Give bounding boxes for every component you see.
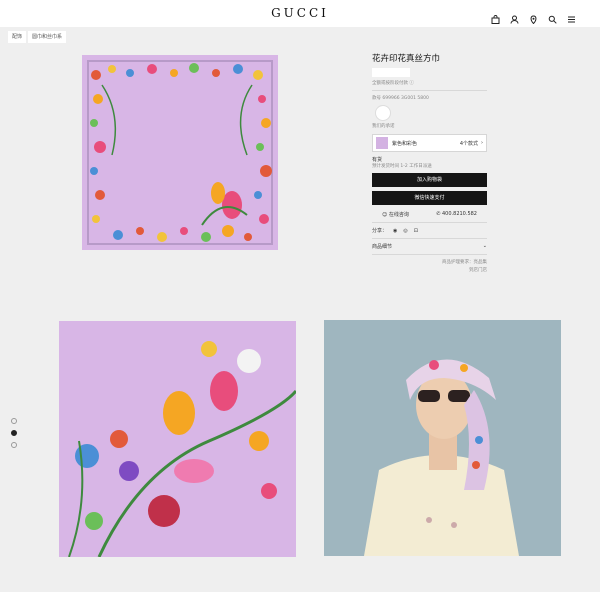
site-header: GUCCI xyxy=(0,0,600,27)
wechat-share-icon[interactable]: ◉ xyxy=(393,228,397,234)
carousel-indicators xyxy=(11,418,17,454)
location-icon[interactable] xyxy=(529,9,538,25)
consult-label: 在线咨询 xyxy=(388,212,409,218)
breadcrumb-item[interactable]: 圆巾和丝巾系 xyxy=(28,31,67,43)
color-selector[interactable]: 紫色和彩色 4个款式 › xyxy=(372,134,487,152)
add-to-cart-button[interactable]: 加入购物袋 xyxy=(372,173,487,187)
product-image-model[interactable] xyxy=(324,320,561,556)
wechat-pay-button[interactable]: 微信快速支付 xyxy=(372,191,487,205)
product-price xyxy=(372,68,410,77)
carousel-dot-active[interactable] xyxy=(11,430,17,436)
color-swatch xyxy=(376,137,388,149)
user-icon[interactable] xyxy=(510,9,519,24)
stock-label: 有货 xyxy=(372,157,383,163)
online-consult-link[interactable]: ☺ 在线咨询 xyxy=(382,211,409,218)
carousel-dot[interactable] xyxy=(11,442,17,448)
product-image-detail[interactable] xyxy=(59,321,296,557)
product-info-panel: 花卉印花真丝方巾 全额或按阶段付款 ⓘ 款号 699966 3G001 5800… xyxy=(372,52,487,273)
installment-note[interactable]: 全额或按阶段付款 ⓘ xyxy=(372,80,487,86)
product-details-toggle[interactable]: 商品细节 ⌄ xyxy=(372,243,487,250)
share-label: 分享： xyxy=(372,228,388,234)
color-count: 4个款式 xyxy=(459,140,478,147)
promise-icon[interactable] xyxy=(375,105,391,121)
phone-number: 400.8210.582 xyxy=(442,211,477,217)
chevron-right-icon: › xyxy=(481,140,483,146)
color-name: 紫色和彩色 xyxy=(392,140,418,147)
breadcrumb: 配饰 圆巾和丝巾系 xyxy=(8,31,67,43)
phone-link[interactable]: ✆ 400.8210.582 xyxy=(436,211,477,218)
product-title: 花卉印花真丝方巾 xyxy=(372,54,441,64)
search-icon[interactable] xyxy=(548,9,557,24)
shopping-bag-icon[interactable] xyxy=(491,9,500,24)
carousel-dot[interactable] xyxy=(11,418,17,424)
menu-icon[interactable] xyxy=(567,9,576,23)
style-code: 款号 699966 3G001 5800 xyxy=(372,96,429,101)
chevron-down-icon: ⌄ xyxy=(482,243,487,249)
link-share-icon[interactable]: ⊡ xyxy=(414,228,418,234)
stock-note: 预计发货时间 1-2 工作日派送 xyxy=(372,164,432,169)
product-image-main[interactable] xyxy=(82,55,278,250)
store-link[interactable]: 到店门店 xyxy=(372,267,487,273)
weibo-share-icon[interactable]: ◎ xyxy=(403,228,407,234)
promise-label: 我们的承诺 xyxy=(372,124,395,129)
details-label: 商品细节 xyxy=(372,244,393,250)
breadcrumb-item[interactable]: 配饰 xyxy=(8,31,27,43)
care-link[interactable]: 商品护理要求：亮品集 xyxy=(372,259,487,265)
